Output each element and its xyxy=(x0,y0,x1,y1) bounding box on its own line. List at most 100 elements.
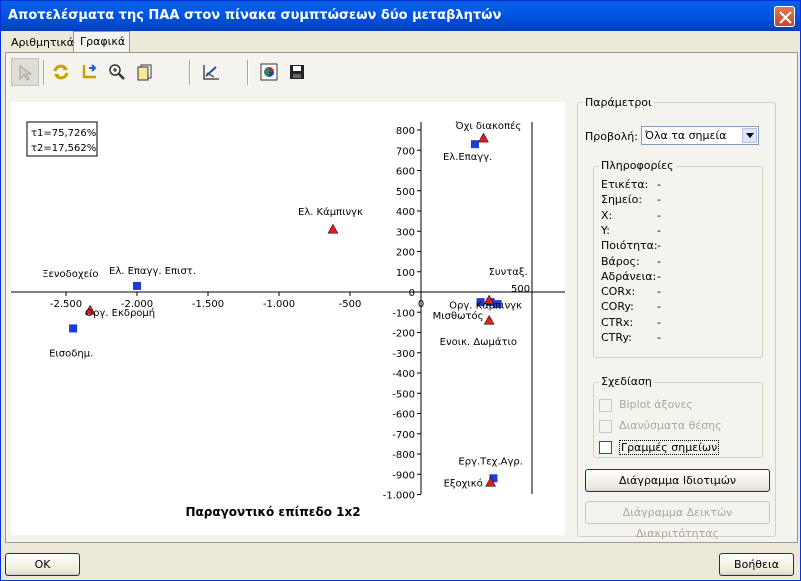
info-title: Πληροφορίες xyxy=(599,159,676,172)
x-tick-label: 0 xyxy=(418,299,424,310)
info-value: - xyxy=(657,178,661,191)
biplot-checkbox[interactable] xyxy=(599,399,612,412)
save-icon xyxy=(290,65,304,79)
tab-numeric[interactable]: Αριθμητικά xyxy=(5,33,74,53)
info-label: Σημείο: xyxy=(601,193,643,207)
point-label: Μισθωτός xyxy=(433,310,484,322)
view-select-arrow[interactable] xyxy=(742,128,757,143)
point-label: Ελ. Επαγγ. Επιστ. xyxy=(109,266,196,277)
y-tick-label: 800 xyxy=(396,126,415,137)
point-lines-label: Γραμμές σημείων xyxy=(619,440,720,455)
palette-button[interactable] xyxy=(255,58,283,86)
axes-swap-button[interactable] xyxy=(75,58,103,86)
x-tick-label: -500 xyxy=(339,299,362,310)
info-row: CORx: - xyxy=(601,285,661,299)
view-select-value: Όλα τα σημεία xyxy=(645,129,727,142)
y-tick-label: -300 xyxy=(392,349,415,360)
point-label: Όχι διακοπές xyxy=(454,120,521,132)
point-label: Συνταξ. xyxy=(489,267,528,278)
info-value: - xyxy=(657,331,661,344)
info-label: Αδράνεια: xyxy=(601,269,657,283)
y-tick-label: -200 xyxy=(392,329,415,340)
info-row: Ετικέτα: - xyxy=(601,178,661,191)
info-row: X: - xyxy=(601,209,661,222)
info-label: Βάρος: xyxy=(601,254,640,268)
triangle-point xyxy=(478,132,489,143)
y-tick-label: -700 xyxy=(392,430,415,441)
biplot-label: Biplot άξονες xyxy=(619,398,693,411)
title-bar: Αποτελέσματα της ΠΑΑ στον πίνακα συμπτώσ… xyxy=(1,1,800,31)
toolbar-separator xyxy=(247,60,249,85)
y-tick-label: 200 xyxy=(396,248,415,259)
info-value: - xyxy=(657,223,661,237)
info-row: Ποιότητα: - xyxy=(601,239,661,253)
close-icon xyxy=(779,11,792,24)
y-tick-label: 700 xyxy=(396,146,415,157)
chart-area: τ1=75,726% τ2=17,562% 800 700 600 500 400 300… xyxy=(11,102,565,535)
refresh-icon xyxy=(53,64,69,80)
close-button[interactable] xyxy=(774,6,795,27)
tab-graphics[interactable]: Γραφικά xyxy=(73,31,130,53)
y-tick-label: -100 xyxy=(392,308,415,319)
save-button[interactable] xyxy=(283,58,311,86)
axes-swap-icon xyxy=(82,64,97,79)
info-row: Σημείο: - xyxy=(601,193,661,207)
help-button[interactable]: Βοήθεια xyxy=(719,553,794,576)
pointer-icon xyxy=(19,65,33,81)
y-tick-label: 600 xyxy=(396,167,415,178)
x-tick-label: -1.500 xyxy=(192,299,224,310)
info-value: - xyxy=(657,285,661,299)
vectors-checkbox[interactable] xyxy=(599,420,612,433)
x-tick-label: -1.000 xyxy=(263,299,295,310)
info-label: Ετικέτα: xyxy=(601,178,649,191)
square-point xyxy=(69,324,78,333)
zoom-icon xyxy=(109,64,125,80)
point-label: Εργ.Τεχ.Αγρ. xyxy=(458,456,523,467)
view-select[interactable]: Όλα τα σημεία xyxy=(641,126,759,145)
x-tick-label: -2.500 xyxy=(50,299,82,310)
info-label: CTRy: xyxy=(601,331,632,344)
info-row: CORy: - xyxy=(601,300,661,313)
refresh-button[interactable] xyxy=(47,58,75,86)
info-row: Αδράνεια: - xyxy=(601,269,661,283)
point-label: Ελ.Επαγγ. xyxy=(443,152,492,163)
point-label: Εισοδημ. xyxy=(49,348,93,359)
info-label: CORx: xyxy=(601,285,636,299)
info-label: Y: xyxy=(601,223,610,237)
triangle-point xyxy=(483,314,495,325)
vectors-label: Διανύσματα θέσης xyxy=(619,419,722,432)
info-value: - xyxy=(657,269,661,283)
scatter-plot[interactable]: τ1=75,726% τ2=17,562% 800 700 600 500 400 300… xyxy=(11,102,565,535)
toolbar-separator xyxy=(189,60,191,85)
x-tick-label: 500 xyxy=(511,284,530,295)
point-label: Ελ. Κάμπινγκ xyxy=(298,206,363,218)
x-axis-title: Παραγοντικό επίπεδο 1x2 xyxy=(185,505,360,519)
triangle-point xyxy=(327,223,339,234)
square-point xyxy=(470,140,479,149)
info-row: Βάρος: - xyxy=(601,254,661,268)
info-value: - xyxy=(657,254,661,268)
pointer-button[interactable] xyxy=(11,58,39,86)
ok-button[interactable]: OK xyxy=(5,553,80,576)
info-label: Ποιότητα: xyxy=(601,239,658,253)
y-tick-label: 500 xyxy=(396,187,415,198)
y-tick-label: -900 xyxy=(392,470,415,481)
info-value: - xyxy=(657,300,661,314)
discrimination-diagram-button[interactable]: Διάγραμμα Δεικτών Διακριτότητας xyxy=(585,501,770,540)
y-tick-label: -400 xyxy=(392,369,415,380)
chart-settings-button[interactable] xyxy=(197,58,225,86)
window-title: Αποτελέσματα της ΠΑΑ στον πίνακα συμπτώσ… xyxy=(8,8,502,23)
eigen-diagram-button[interactable]: Διάγραμμα Ιδιοτιμών xyxy=(585,469,770,492)
zoom-button[interactable] xyxy=(103,58,131,86)
page-icon xyxy=(137,64,152,81)
y-tick-label: -500 xyxy=(392,389,415,400)
point-lines-checkbox[interactable] xyxy=(599,441,612,454)
toolbar-separator xyxy=(43,60,45,85)
info-value: - xyxy=(657,193,661,207)
point-label: Οργ. Κάμπινγκ xyxy=(449,299,522,311)
page-button[interactable] xyxy=(131,58,159,86)
y-tick-label: 300 xyxy=(396,227,415,238)
tau2-label: τ2=17,562% xyxy=(31,143,96,154)
chart-settings-icon xyxy=(203,65,219,80)
tau1-label: τ1=75,726% xyxy=(31,128,96,139)
